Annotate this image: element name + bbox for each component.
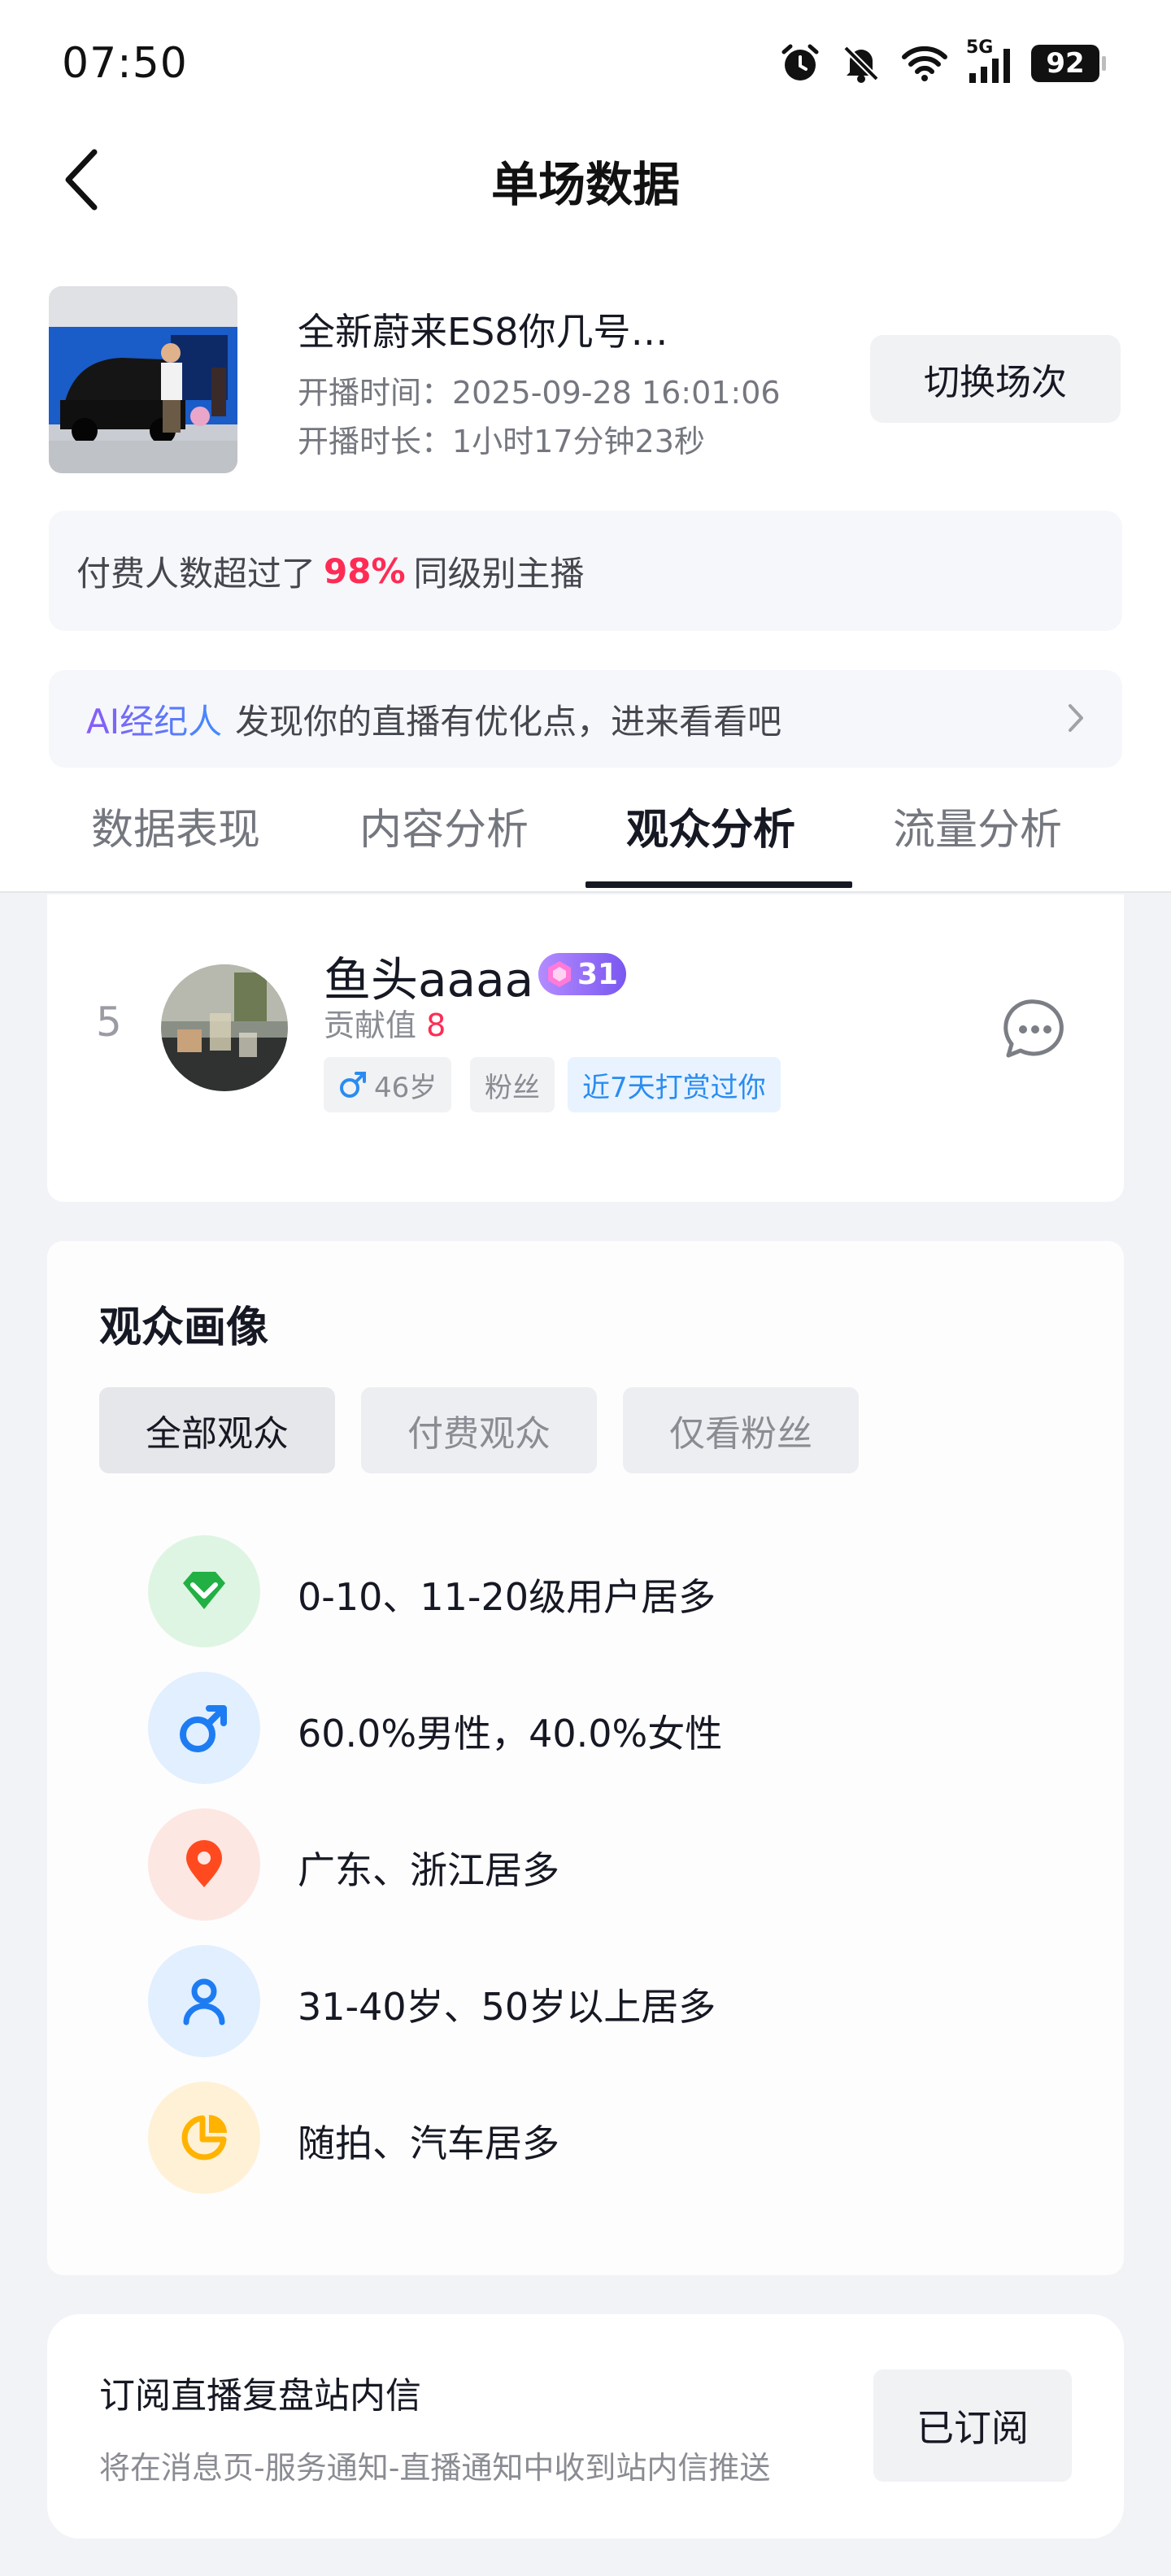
level-trait-icon-bg — [148, 1535, 260, 1647]
segment-fans-only[interactable]: 仅看粉丝 — [623, 1387, 859, 1473]
segment-all-viewers[interactable]: 全部观众 — [99, 1387, 335, 1473]
level-trait-text: 0-10、11-20级用户居多 — [298, 1575, 716, 1619]
status-icons: 5G 92 — [779, 37, 1106, 89]
pie-chart-icon — [181, 2115, 227, 2160]
rank-prefix: 付费人数超过了 — [76, 553, 316, 594]
diamond-level-icon — [183, 1572, 225, 1609]
live-title: 全新蔚来ES8你几号… — [298, 310, 668, 354]
ai-agent-text: 发现你的直播有优化点，进来看看吧 — [235, 701, 782, 742]
tabs-divider — [0, 891, 1171, 893]
gender-trait-text: 60.0%男性，40.0%女性 — [298, 1712, 723, 1756]
chevron-right-icon — [1069, 704, 1083, 732]
region-trait-text: 广东、浙江居多 — [298, 1848, 559, 1892]
live-duration: 开播时长：1小时17分钟23秒 — [298, 424, 705, 459]
tab-data-performance[interactable]: 数据表现 — [91, 795, 260, 856]
age-trait-text: 31-40岁、50岁以上居多 — [298, 1985, 716, 2029]
ai-agent-banner[interactable]: AI经纪人 发现你的直播有优化点，进来看看吧 — [49, 670, 1122, 768]
tab-audience-analysis[interactable]: 观众分析 — [626, 795, 795, 856]
interest-trait-text: 随拍、汽车居多 — [298, 2121, 559, 2165]
tab-content-analysis[interactable]: 内容分析 — [359, 795, 529, 856]
gender-trait-icon-bg — [148, 1672, 260, 1784]
viewer-avatar[interactable] — [161, 964, 288, 1091]
tab-traffic-analysis[interactable]: 流量分析 — [893, 795, 1062, 856]
paid-rank-banner: 付费人数超过了 98% 同级别主播 — [49, 511, 1122, 631]
male-small-icon — [340, 1072, 366, 1098]
segment-paid-viewers[interactable]: 付费观众 — [361, 1387, 597, 1473]
message-bubble-icon[interactable] — [1000, 995, 1070, 1065]
viewer-level: 31 — [577, 957, 619, 991]
viewer-rank: 5 — [96, 999, 122, 1046]
live-start-time: 开播时间：2025-09-28 16:01:06 — [298, 375, 781, 411]
contribution-label: 贡献值 — [324, 1007, 417, 1043]
gender-age-chip: 46岁 — [324, 1057, 452, 1112]
signal-5g-icon: 5G — [966, 37, 1013, 85]
contribution-value: 8 — [426, 1007, 446, 1043]
subscribe-title: 订阅直播复盘站内信 — [99, 2375, 421, 2417]
status-time: 07:50 — [62, 39, 188, 88]
viewer-contribution: 贡献值 8 — [324, 1000, 446, 1045]
portrait-title: 观众画像 — [99, 1303, 269, 1352]
active-tab-indicator — [586, 881, 852, 888]
subscribe-desc: 将在消息页-服务通知-直播通知中收到站内信推送 — [99, 2450, 771, 2486]
age-text: 46岁 — [374, 1071, 437, 1104]
subscribed-button[interactable]: 已订阅 — [873, 2369, 1072, 2482]
wifi-icon — [902, 46, 947, 81]
location-pin-icon — [186, 1840, 222, 1887]
tipped-chip: 近7天打赏过你 — [568, 1057, 781, 1112]
region-trait-icon-bg — [148, 1808, 260, 1921]
level-gem-icon — [548, 961, 571, 987]
switch-session-button[interactable]: 切换场次 — [870, 335, 1121, 423]
ai-agent-tag: AI经纪人 — [86, 694, 222, 744]
viewer-level-badge: 31 — [538, 953, 627, 995]
live-cover-thumbnail[interactable] — [49, 286, 237, 473]
age-trait-icon-bg — [148, 1945, 260, 2057]
male-gender-icon — [180, 1705, 227, 1752]
analysis-tabs: 数据表现 内容分析 观众分析 流量分析 — [0, 781, 1171, 891]
rank-percent: 98% — [324, 550, 406, 591]
page-title: 单场数据 — [490, 157, 680, 212]
interest-trait-icon-bg — [148, 2082, 260, 2194]
rank-suffix: 同级别主播 — [413, 553, 585, 594]
fan-chip: 粉丝 — [470, 1057, 555, 1112]
mute-icon — [843, 46, 879, 83]
person-icon — [183, 1978, 225, 2026]
alarm-icon — [781, 44, 819, 80]
battery-icon: 92 — [1031, 45, 1106, 82]
